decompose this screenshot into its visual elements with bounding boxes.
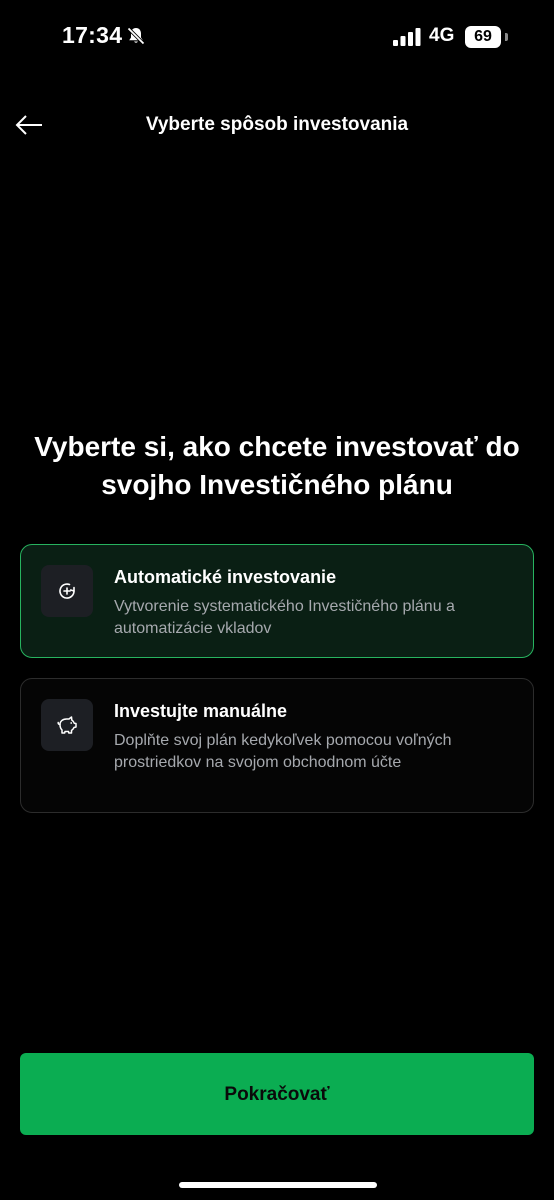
option-title: Automatické investovanie xyxy=(114,567,337,587)
option-icon-box xyxy=(41,699,93,751)
battery-tip xyxy=(505,33,508,41)
signal-icon xyxy=(393,28,421,46)
home-indicator[interactable] xyxy=(179,1182,377,1188)
bell-muted-icon xyxy=(127,27,145,45)
option-icon-box xyxy=(41,565,93,617)
option-card-manual[interactable]: Investujte manuálne Doplňte svoj plán ke… xyxy=(20,678,534,813)
auto-invest-icon xyxy=(59,583,75,599)
battery-icon: 69 xyxy=(465,26,508,48)
main-heading: Vyberte si, ako chcete investovať do svo… xyxy=(34,431,520,500)
option-card-automatic[interactable]: Automatické investovanie Vytvorenie syst… xyxy=(20,544,534,658)
option-description: Doplňte svoj plán kedykoľvek pomocou voľ… xyxy=(114,732,452,771)
status-bar: 17:34 4G 69 xyxy=(0,0,554,76)
battery-level: 69 xyxy=(465,26,501,48)
continue-button[interactable]: Pokračovať xyxy=(20,1053,534,1135)
network-label: 4G xyxy=(429,25,455,46)
option-description: Vytvorenie systematického Investičného p… xyxy=(114,598,455,637)
status-time: 17:34 xyxy=(62,22,123,48)
page-title: Vyberte spôsob investovania xyxy=(145,114,409,135)
piggy-bank-icon xyxy=(57,716,77,734)
option-title: Investujte manuálne xyxy=(114,701,288,721)
